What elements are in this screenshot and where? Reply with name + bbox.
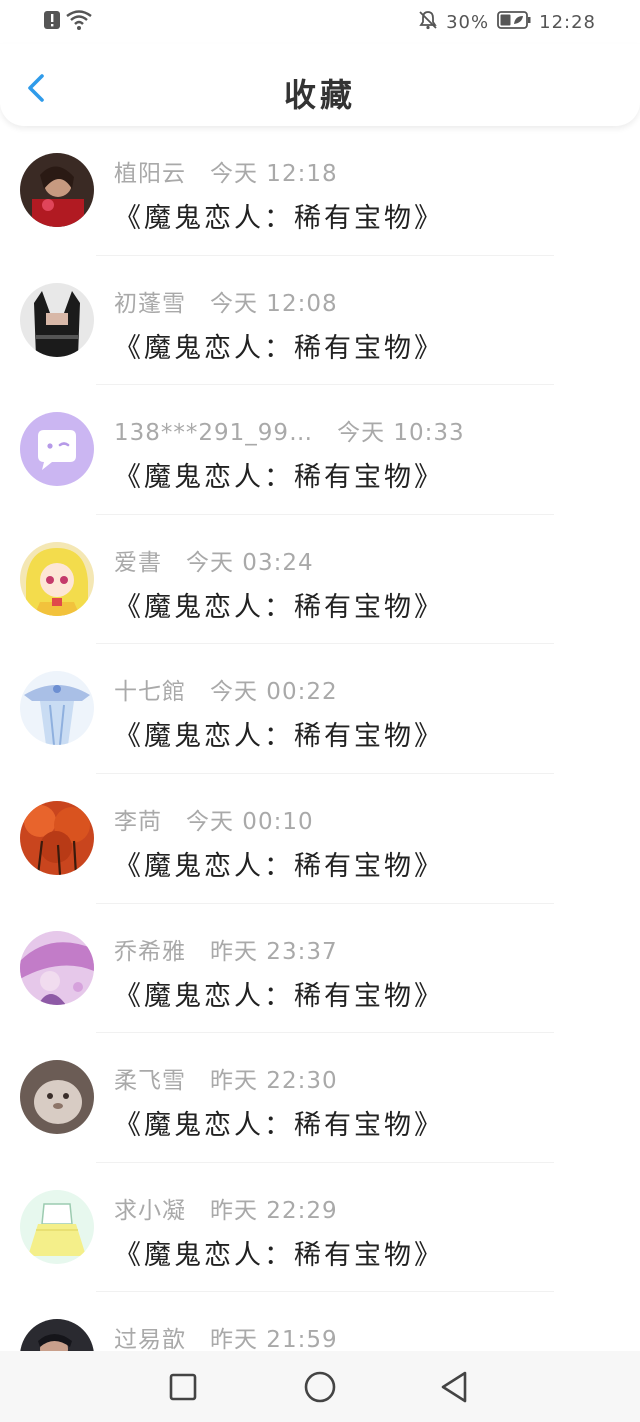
item-meta: 植阳云 今天 12:18 bbox=[114, 154, 338, 188]
user-name: 初蓬雪 bbox=[114, 290, 186, 317]
status-bar: 30% 12:28 bbox=[0, 0, 640, 44]
book-title[interactable]: 《魔鬼恋人：稀有宝物》 bbox=[114, 585, 444, 624]
item-meta: 过易歆 昨天 21:59 bbox=[114, 1320, 338, 1351]
timestamp: 今天 12:18 bbox=[210, 161, 338, 187]
book-title[interactable]: 《魔鬼恋人：稀有宝物》 bbox=[114, 455, 444, 494]
avatar[interactable] bbox=[20, 412, 94, 487]
avatar[interactable] bbox=[20, 1319, 94, 1351]
user-name: 爱書 bbox=[114, 549, 162, 576]
back-nav-button[interactable] bbox=[433, 1365, 477, 1409]
timestamp: 昨天 23:37 bbox=[210, 938, 338, 965]
book-title[interactable]: 《魔鬼恋人：稀有宝物》 bbox=[114, 714, 444, 753]
list-item[interactable]: 柔飞雪 昨天 22:30 《魔鬼恋人：稀有宝物》 bbox=[0, 1033, 640, 1163]
triangle-back-icon bbox=[441, 1371, 467, 1403]
battery-icon bbox=[497, 11, 531, 34]
item-meta: 李苘 今天 00:10 bbox=[114, 802, 314, 836]
book-title[interactable]: 《魔鬼恋人：稀有宝物》 bbox=[114, 1233, 444, 1272]
book-title[interactable]: 《魔鬼恋人：稀有宝物》 bbox=[114, 326, 444, 365]
user-name: 李苘 bbox=[114, 808, 162, 835]
user-name: 过易歆 bbox=[114, 1327, 186, 1351]
recents-button[interactable] bbox=[161, 1365, 205, 1409]
timestamp: 今天 12:08 bbox=[210, 290, 338, 317]
home-button[interactable] bbox=[298, 1365, 342, 1409]
item-meta: 爱書 今天 03:24 bbox=[114, 543, 314, 577]
list-item[interactable]: 植阳云 今天 12:18 《魔鬼恋人：稀有宝物》 bbox=[0, 126, 640, 256]
user-name: 求小凝 bbox=[114, 1197, 186, 1224]
timestamp: 今天 03:24 bbox=[186, 549, 314, 576]
wifi-icon bbox=[66, 10, 92, 35]
list-item[interactable]: 乔希雅 昨天 23:37 《魔鬼恋人：稀有宝物》 bbox=[0, 904, 640, 1034]
timestamp: 昨天 22:29 bbox=[210, 1197, 338, 1224]
favorites-list: 植阳云 今天 12:18 《魔鬼恋人：稀有宝物》 初蓬雪 今天 12:08 《魔鬼恋… bbox=[0, 126, 640, 1351]
timestamp: 昨天 22:30 bbox=[210, 1068, 338, 1095]
user-name: 138***291_99… bbox=[114, 420, 314, 447]
book-title[interactable]: 《魔鬼恋人：稀有宝物》 bbox=[114, 196, 444, 235]
app-header: 收藏 bbox=[0, 44, 640, 126]
avatar[interactable] bbox=[20, 1189, 94, 1264]
list-item[interactable]: 李苘 今天 00:10 《魔鬼恋人：稀有宝物》 bbox=[0, 774, 640, 904]
book-title[interactable]: 《魔鬼恋人：稀有宝物》 bbox=[114, 1103, 444, 1142]
avatar[interactable] bbox=[20, 930, 94, 1005]
item-meta: 初蓬雪 今天 12:08 bbox=[114, 284, 338, 318]
timestamp: 今天 00:10 bbox=[186, 808, 314, 835]
avatar[interactable] bbox=[20, 671, 94, 746]
list-item[interactable]: 138***291_99… 今天 10:33 《魔鬼恋人：稀有宝物》 bbox=[0, 385, 640, 515]
list-item[interactable]: 十七館 今天 00:22 《魔鬼恋人：稀有宝物》 bbox=[0, 644, 640, 774]
avatar[interactable] bbox=[20, 541, 94, 616]
user-name: 乔希雅 bbox=[114, 938, 186, 965]
avatar[interactable] bbox=[20, 800, 94, 875]
list-item[interactable]: 过易歆 昨天 21:59 bbox=[0, 1292, 640, 1351]
item-meta: 乔希雅 昨天 23:37 bbox=[114, 932, 338, 966]
list-item[interactable]: 爱書 今天 03:24 《魔鬼恋人：稀有宝物》 bbox=[0, 515, 640, 645]
timestamp: 今天 00:22 bbox=[210, 679, 338, 706]
avatar[interactable] bbox=[20, 153, 94, 227]
user-name: 十七館 bbox=[114, 679, 186, 706]
clock: 12:28 bbox=[539, 12, 596, 33]
timestamp: 昨天 21:59 bbox=[210, 1327, 338, 1351]
list-item[interactable]: 求小凝 昨天 22:29 《魔鬼恋人：稀有宝物》 bbox=[0, 1163, 640, 1293]
system-navigation-bar bbox=[0, 1351, 640, 1422]
avatar[interactable] bbox=[20, 1060, 94, 1135]
book-title[interactable]: 《魔鬼恋人：稀有宝物》 bbox=[114, 844, 444, 883]
item-meta: 柔飞雪 昨天 22:30 bbox=[114, 1061, 338, 1095]
battery-percent: 30% bbox=[446, 12, 490, 33]
timestamp: 今天 10:33 bbox=[337, 420, 465, 447]
list-item[interactable]: 初蓬雪 今天 12:08 《魔鬼恋人：稀有宝物》 bbox=[0, 256, 640, 386]
mute-icon bbox=[418, 10, 438, 35]
square-recents-icon bbox=[169, 1373, 197, 1401]
item-meta: 十七館 今天 00:22 bbox=[114, 672, 338, 706]
alert-icon bbox=[44, 11, 60, 34]
circle-home-icon bbox=[304, 1371, 336, 1403]
user-name: 植阳云 bbox=[114, 161, 186, 187]
item-meta: 求小凝 昨天 22:29 bbox=[114, 1191, 338, 1225]
page-title: 收藏 bbox=[283, 76, 356, 114]
book-title[interactable]: 《魔鬼恋人：稀有宝物》 bbox=[114, 974, 444, 1013]
avatar[interactable] bbox=[20, 282, 94, 357]
user-name: 柔飞雪 bbox=[114, 1068, 186, 1095]
item-meta: 138***291_99… 今天 10:33 bbox=[114, 413, 465, 447]
